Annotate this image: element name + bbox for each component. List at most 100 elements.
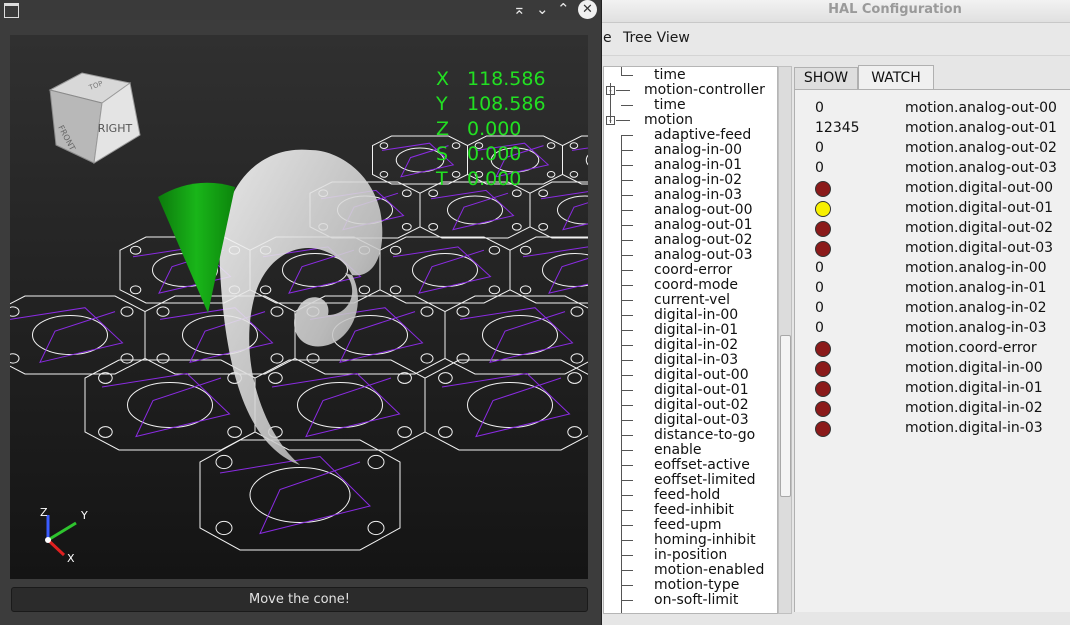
watch-pin-name: motion.analog-out-01 — [905, 120, 1057, 136]
tree-item[interactable]: on-soft-limit — [604, 593, 777, 608]
3d-viewport[interactable]: RIGHT FRONT TOP Z Y X X 118.586 Y 108.586 Z 0… — [10, 35, 588, 579]
watch-pin-name: motion.coord-error — [905, 340, 1037, 356]
dro-axis-label: S — [436, 143, 448, 165]
watch-row[interactable]: motion.digital-out-01 — [795, 199, 1070, 219]
watch-pin-name: motion.analog-in-03 — [905, 320, 1047, 336]
menu-tree-view[interactable]: Tree View — [623, 30, 690, 46]
watch-row[interactable]: 0 motion.analog-out-00 — [795, 99, 1070, 119]
tree-item[interactable]: digital-in-03 — [604, 353, 777, 368]
tree-item[interactable]: adaptive-feed — [604, 128, 777, 143]
tree-item[interactable]: coord-error — [604, 263, 777, 278]
tree-branch-line — [621, 345, 633, 346]
tree-item-label: homing-inhibit — [654, 532, 756, 548]
tree-item[interactable]: analog-out-01 — [604, 218, 777, 233]
tree-branch-line — [621, 555, 633, 556]
watch-value: 0 — [815, 100, 824, 116]
tree-branch-line — [621, 585, 633, 586]
tree-item-label: analog-out-03 — [654, 247, 753, 263]
tree-item[interactable]: digital-out-00 — [604, 368, 777, 383]
watch-row[interactable]: 0 motion.analog-out-03 — [795, 159, 1070, 179]
tree-branch-line — [621, 240, 633, 241]
tree-item[interactable]: feed-hold — [604, 488, 777, 503]
watch-row[interactable]: 0 motion.analog-in-02 — [795, 299, 1070, 319]
tree-item[interactable]: motion-type — [604, 578, 777, 593]
watch-value: 0 — [815, 300, 824, 316]
dro-axis-label: Y — [435, 93, 448, 115]
tree-item[interactable]: motion-enabled — [604, 563, 777, 578]
tree-item[interactable]: analog-out-03 — [604, 248, 777, 263]
tree-item[interactable]: time — [604, 98, 777, 113]
watch-row[interactable]: 0 motion.analog-in-00 — [795, 259, 1070, 279]
tree-branch-line — [621, 75, 633, 76]
watch-row[interactable]: motion.digital-in-03 — [795, 419, 1070, 439]
keep-above-icon[interactable]: ⌅ — [513, 1, 526, 18]
tree-item[interactable]: current-vel — [604, 293, 777, 308]
tree-item[interactable]: coord-mode — [604, 278, 777, 293]
tree-branch-line — [621, 150, 633, 151]
watch-row[interactable]: motion.digital-in-01 — [795, 379, 1070, 399]
minimize-icon[interactable]: ⌄ — [536, 1, 549, 18]
tree-item[interactable]: analog-in-03 — [604, 188, 777, 203]
tree-branch-line — [621, 105, 633, 106]
dro-axis-value: 0.000 — [467, 168, 521, 190]
tree-item[interactable]: feed-upm — [604, 518, 777, 533]
tree-item-label: digital-in-03 — [654, 352, 739, 368]
menu-item-partial[interactable]: e — [603, 30, 612, 46]
axis-z-label: Z — [40, 506, 48, 519]
dro-axis-value: 0.000 — [467, 118, 521, 140]
tree-item[interactable]: in-position — [604, 548, 777, 563]
tree-item[interactable]: eoffset-active — [604, 458, 777, 473]
tree-item[interactable]: digital-out-02 — [604, 398, 777, 413]
tree-item[interactable]: feed-inhibit — [604, 503, 777, 518]
close-icon[interactable]: ✕ — [578, 0, 597, 19]
tree-item[interactable]: digital-in-02 — [604, 338, 777, 353]
watch-pin-name: motion.analog-in-00 — [905, 260, 1047, 276]
3d-scene[interactable]: RIGHT FRONT TOP Z Y X X 118.586Y 108.586Z 0… — [10, 35, 588, 579]
watch-row[interactable]: motion.coord-error — [795, 339, 1070, 359]
tree-item[interactable]: time — [604, 68, 777, 83]
watch-row[interactable]: motion.digital-in-02 — [795, 399, 1070, 419]
watch-row[interactable]: 0 motion.analog-in-03 — [795, 319, 1070, 339]
tree-branch-line — [621, 255, 633, 256]
watch-pin-name: motion.digital-out-00 — [905, 180, 1054, 196]
tree-item[interactable]: distance-to-go — [604, 428, 777, 443]
tree-item[interactable]: -motion-controller — [604, 83, 777, 98]
cone-titlebar[interactable]: ⌅ ⌄ ⌃ ✕ — [0, 0, 601, 20]
tree-item[interactable]: analog-in-00 — [604, 143, 777, 158]
watch-row[interactable]: motion.digital-in-00 — [795, 359, 1070, 379]
window-menu-icon[interactable] — [4, 3, 19, 18]
watch-row[interactable]: 12345 motion.analog-out-01 — [795, 119, 1070, 139]
move-the-cone-button[interactable]: Move the cone! — [11, 587, 588, 612]
tree-branch-line — [621, 210, 633, 211]
tab-watch[interactable]: WATCH — [858, 65, 934, 90]
watch-value: 0 — [815, 280, 824, 296]
tree-item[interactable]: digital-in-01 — [604, 323, 777, 338]
tree-item[interactable]: analog-out-00 — [604, 203, 777, 218]
watch-row[interactable]: motion.digital-out-02 — [795, 219, 1070, 239]
tree-item[interactable]: digital-out-01 — [604, 383, 777, 398]
maximize-icon[interactable]: ⌃ — [557, 1, 570, 18]
tab-show[interactable]: SHOW — [794, 67, 858, 89]
tree-scrollbar[interactable] — [778, 66, 792, 614]
hal-tree-view[interactable]: time-motion-controllertime-motionadaptiv… — [603, 66, 778, 614]
tree-item[interactable]: analog-in-01 — [604, 158, 777, 173]
tree-item[interactable]: analog-in-02 — [604, 173, 777, 188]
tree-item[interactable]: digital-in-00 — [604, 308, 777, 323]
tree-item-label: digital-in-01 — [654, 322, 739, 338]
tree-branch-line — [621, 270, 633, 271]
tree-scrollbar-thumb[interactable] — [780, 335, 791, 497]
tree-item[interactable]: analog-out-02 — [604, 233, 777, 248]
tree-item-label: analog-out-02 — [654, 232, 753, 248]
tree-item[interactable]: homing-inhibit — [604, 533, 777, 548]
watch-row[interactable]: 0 motion.analog-out-02 — [795, 139, 1070, 159]
watch-row[interactable]: 0 motion.analog-in-01 — [795, 279, 1070, 299]
tree-item[interactable]: -motion — [604, 113, 777, 128]
watch-row[interactable]: motion.digital-out-00 — [795, 179, 1070, 199]
led-off-icon — [815, 241, 831, 257]
tree-item-label: coord-error — [654, 262, 733, 278]
tree-item[interactable]: digital-out-03 — [604, 413, 777, 428]
watch-row[interactable]: motion.digital-out-03 — [795, 239, 1070, 259]
tree-item[interactable]: enable — [604, 443, 777, 458]
tree-item[interactable]: eoffset-limited — [604, 473, 777, 488]
tree-item-label: time — [654, 97, 686, 113]
